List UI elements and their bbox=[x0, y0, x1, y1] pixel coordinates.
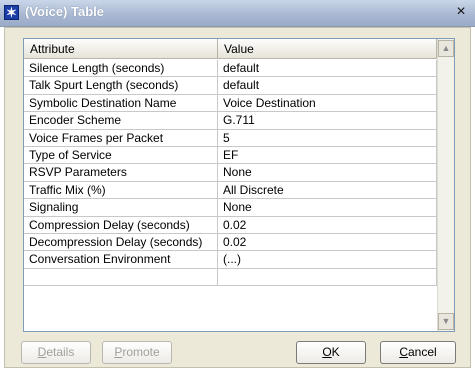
table-body: Silence Length (seconds) default Talk Spur… bbox=[24, 60, 437, 287]
attribute-cell: Silence Length (seconds) bbox=[24, 60, 218, 78]
value-cell[interactable]: EF bbox=[218, 146, 437, 165]
attribute-cell: Compression Delay (seconds) bbox=[24, 216, 218, 234]
value-cell[interactable]: All Discrete bbox=[218, 181, 437, 200]
table-row[interactable]: Decompression Delay (seconds) 0.02 bbox=[24, 233, 437, 252]
table-row[interactable]: Voice Frames per Packet 5 bbox=[24, 129, 437, 147]
attribute-cell bbox=[24, 268, 218, 287]
promote-button[interactable]: Promote bbox=[102, 341, 172, 364]
star-icon: ✶ bbox=[4, 5, 19, 20]
table-viewport: Attribute Value Silence Length (seconds)… bbox=[24, 39, 437, 331]
arrow-up-icon[interactable]: ▲ bbox=[438, 40, 454, 57]
attribute-cell: Type of Service bbox=[24, 146, 218, 165]
ok-button[interactable]: OK bbox=[296, 341, 366, 364]
table-row[interactable]: Traffic Mix (%) All Discrete bbox=[24, 181, 437, 200]
attribute-cell: RSVP Parameters bbox=[24, 164, 218, 182]
cancel-mnemonic: C bbox=[399, 345, 408, 359]
value-cell[interactable]: Voice Destination bbox=[218, 94, 437, 113]
table-row[interactable]: RSVP Parameters None bbox=[24, 164, 437, 182]
table-row[interactable] bbox=[24, 268, 437, 287]
cancel-button[interactable]: Cancel bbox=[380, 341, 456, 364]
value-cell[interactable]: None bbox=[218, 199, 437, 217]
arrow-down-icon[interactable]: ▼ bbox=[438, 313, 454, 330]
table-header: Attribute Value bbox=[24, 39, 437, 59]
table-row[interactable]: Signaling None bbox=[24, 199, 437, 217]
value-cell[interactable]: (...) bbox=[218, 251, 437, 269]
table-row[interactable]: Symbolic Destination Name Voice Destinati… bbox=[24, 94, 437, 113]
ok-mnemonic: O bbox=[322, 345, 332, 359]
table-row[interactable]: Talk Spurt Length (seconds) default bbox=[24, 77, 437, 95]
value-cell[interactable]: 0.02 bbox=[218, 233, 437, 252]
dialog-body: Attribute Value Silence Length (seconds)… bbox=[4, 27, 471, 368]
table-row[interactable]: Conversation Environment (...) bbox=[24, 251, 437, 269]
window-title: (Voice) Table bbox=[25, 4, 104, 19]
vertical-scrollbar[interactable]: ▲ ▼ bbox=[437, 39, 454, 331]
cancel-label: ancel bbox=[407, 345, 437, 359]
promote-label: romote bbox=[122, 345, 160, 359]
table-row[interactable]: Encoder Scheme G.711 bbox=[24, 112, 437, 130]
value-cell[interactable]: G.711 bbox=[218, 112, 437, 130]
value-cell[interactable]: default bbox=[218, 77, 437, 95]
table-row[interactable]: Type of Service EF bbox=[24, 146, 437, 165]
title-bar[interactable]: ✶ (Voice) Table × bbox=[0, 0, 475, 27]
table-row[interactable]: Compression Delay (seconds) 0.02 bbox=[24, 216, 437, 234]
voice-table-dialog: ✶ (Voice) Table × Attribute Value Silenc… bbox=[0, 0, 475, 372]
value-cell[interactable] bbox=[218, 268, 437, 287]
attribute-cell: Signaling bbox=[24, 199, 218, 217]
attribute-cell: Talk Spurt Length (seconds) bbox=[24, 77, 218, 95]
value-cell[interactable]: 0.02 bbox=[218, 216, 437, 234]
column-header-attribute[interactable]: Attribute bbox=[24, 39, 218, 59]
attribute-cell: Conversation Environment bbox=[24, 251, 218, 269]
column-header-value[interactable]: Value bbox=[218, 39, 437, 59]
details-label: etails bbox=[46, 345, 75, 359]
attribute-cell: Symbolic Destination Name bbox=[24, 94, 218, 113]
close-button[interactable]: × bbox=[452, 3, 470, 21]
table-row[interactable]: Silence Length (seconds) default bbox=[24, 60, 437, 78]
details-button[interactable]: Details bbox=[21, 341, 91, 364]
ok-label: K bbox=[331, 345, 340, 359]
attribute-table: Attribute Value Silence Length (seconds)… bbox=[23, 38, 455, 332]
value-cell[interactable]: None bbox=[218, 164, 437, 182]
value-cell[interactable]: 5 bbox=[218, 129, 437, 147]
attribute-cell: Encoder Scheme bbox=[24, 112, 218, 130]
attribute-cell: Traffic Mix (%) bbox=[24, 181, 218, 200]
attribute-cell: Voice Frames per Packet bbox=[24, 129, 218, 147]
value-cell[interactable]: default bbox=[218, 60, 437, 78]
attribute-cell: Decompression Delay (seconds) bbox=[24, 233, 218, 252]
